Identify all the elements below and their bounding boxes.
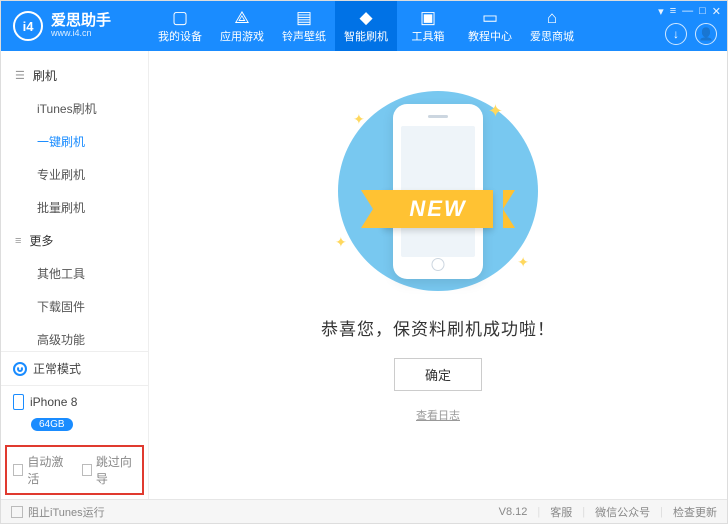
download-button[interactable]: ↓ [665,23,687,45]
collapse-icon[interactable]: ☰ [15,69,25,82]
minimize-icon[interactable]: — [682,5,693,18]
tutorial-icon: ▭ [482,9,498,26]
check-update-link[interactable]: 检查更新 [673,504,717,520]
block-itunes-checkbox[interactable]: 阻止iTunes运行 [11,504,105,520]
device-icon: ▢ [172,9,188,26]
flash-options: 自动激活 跳过向导 [5,445,144,495]
nav-my-device[interactable]: ▢ 我的设备 [149,1,211,51]
store-icon: ⌂ [547,9,557,26]
checkbox-label: 阻止iTunes运行 [28,504,105,520]
sparkle-icon: ✦ [517,254,529,271]
sidebar-item-batch-flash[interactable]: 批量刷机 [1,191,148,224]
menu-icon[interactable]: ≡ [670,5,676,18]
sidebar: ☰ 刷机 iTunes刷机 一键刷机 专业刷机 批量刷机 ≡ 更多 其他工具 下载固… [1,51,149,499]
toolbox-icon: ▣ [420,9,436,26]
section-title: 更多 [29,232,53,249]
checkbox-icon [13,464,23,476]
mode-status[interactable]: 正常模式 [1,351,148,385]
nav-label: 应用游戏 [220,28,264,44]
section-flash: ☰ 刷机 [1,59,148,92]
section-title: 刷机 [33,67,57,84]
success-illustration: ✦ ✦ ✦ ✦ NEW [323,91,553,291]
checkbox-icon [11,506,23,518]
device-info[interactable]: iPhone 8 64GB [1,385,148,441]
nav-label: 智能刷机 [344,28,388,44]
flash-icon: ◆ [359,9,372,26]
user-button[interactable]: 👤 [695,23,717,45]
wechat-link[interactable]: 微信公众号 [595,504,650,520]
checkbox-label: 自动激活 [27,453,67,487]
success-message: 恭喜您，保资料刷机成功啦！ [321,315,555,340]
confirm-button[interactable]: 确定 [394,358,482,391]
nav-flash[interactable]: ◆ 智能刷机 [335,1,397,51]
checkbox-icon [82,464,92,476]
support-link[interactable]: 客服 [550,504,572,520]
window-controls: ▾ ≡ — □ ✕ [658,5,721,18]
dropdown-icon[interactable]: ▾ [658,5,664,18]
header-actions: ↓ 👤 [665,23,717,45]
logo-area: i4 爱思助手 www.i4.cn [1,11,149,41]
top-nav: ▢ 我的设备 ⟁ 应用游戏 ▤ 铃声壁纸 ◆ 智能刷机 ▣ 工具箱 ▭ 教程中心 ⌂ 爱思商城 [149,1,727,51]
sparkle-icon: ✦ [335,234,347,251]
nav-store[interactable]: ⌂ 爱思商城 [521,1,583,51]
sidebar-item-itunes-flash[interactable]: iTunes刷机 [1,92,148,125]
nav-label: 我的设备 [158,28,202,44]
maximize-icon[interactable]: □ [699,5,706,18]
nav-tutorials[interactable]: ▭ 教程中心 [459,1,521,51]
main-content: ✦ ✦ ✦ ✦ NEW 恭喜您，保资料刷机成功啦！ 确定 查看日志 [149,51,727,499]
view-log-link[interactable]: 查看日志 [416,407,460,423]
sidebar-item-other-tools[interactable]: 其他工具 [1,257,148,290]
statusbar: 阻止iTunes运行 V8.12| 客服| 微信公众号| 检查更新 [1,499,727,523]
sidebar-item-onekey-flash[interactable]: 一键刷机 [1,125,148,158]
nav-apps[interactable]: ⟁ 应用游戏 [211,1,273,51]
sparkle-icon: ✦ [488,101,503,122]
nav-label: 爱思商城 [530,28,574,44]
nav-toolbox[interactable]: ▣ 工具箱 [397,1,459,51]
close-icon[interactable]: ✕ [712,5,721,18]
sidebar-item-download-firmware[interactable]: 下载固件 [1,290,148,323]
brand-name: 爱思助手 [51,13,111,28]
auto-activate-checkbox[interactable]: 自动激活 [13,453,68,487]
device-name: iPhone 8 [30,395,77,409]
section-more: ≡ 更多 [1,224,148,257]
brand-url: www.i4.cn [51,28,111,39]
version-label: V8.12 [499,506,528,518]
nav-label: 工具箱 [412,28,445,44]
checkbox-label: 跳过向导 [96,453,136,487]
storage-badge: 64GB [31,418,73,431]
phone-icon [13,394,24,410]
sidebar-item-pro-flash[interactable]: 专业刷机 [1,158,148,191]
logo-icon: i4 [13,11,43,41]
ringtone-icon: ▤ [296,9,312,26]
nav-label: 铃声壁纸 [282,28,326,44]
nav-label: 教程中心 [468,28,512,44]
sparkle-icon: ✦ [353,111,365,128]
status-label: 正常模式 [33,360,81,377]
nav-ringtones[interactable]: ▤ 铃声壁纸 [273,1,335,51]
titlebar: i4 爱思助手 www.i4.cn ▢ 我的设备 ⟁ 应用游戏 ▤ 铃声壁纸 ◆ 智能刷… [1,1,727,51]
skip-guide-checkbox[interactable]: 跳过向导 [82,453,137,487]
collapse-icon[interactable]: ≡ [15,235,21,247]
sidebar-item-advanced[interactable]: 高级功能 [1,323,148,351]
status-icon [13,362,27,376]
new-ribbon: NEW [383,190,492,228]
apps-icon: ⟁ [234,9,249,26]
